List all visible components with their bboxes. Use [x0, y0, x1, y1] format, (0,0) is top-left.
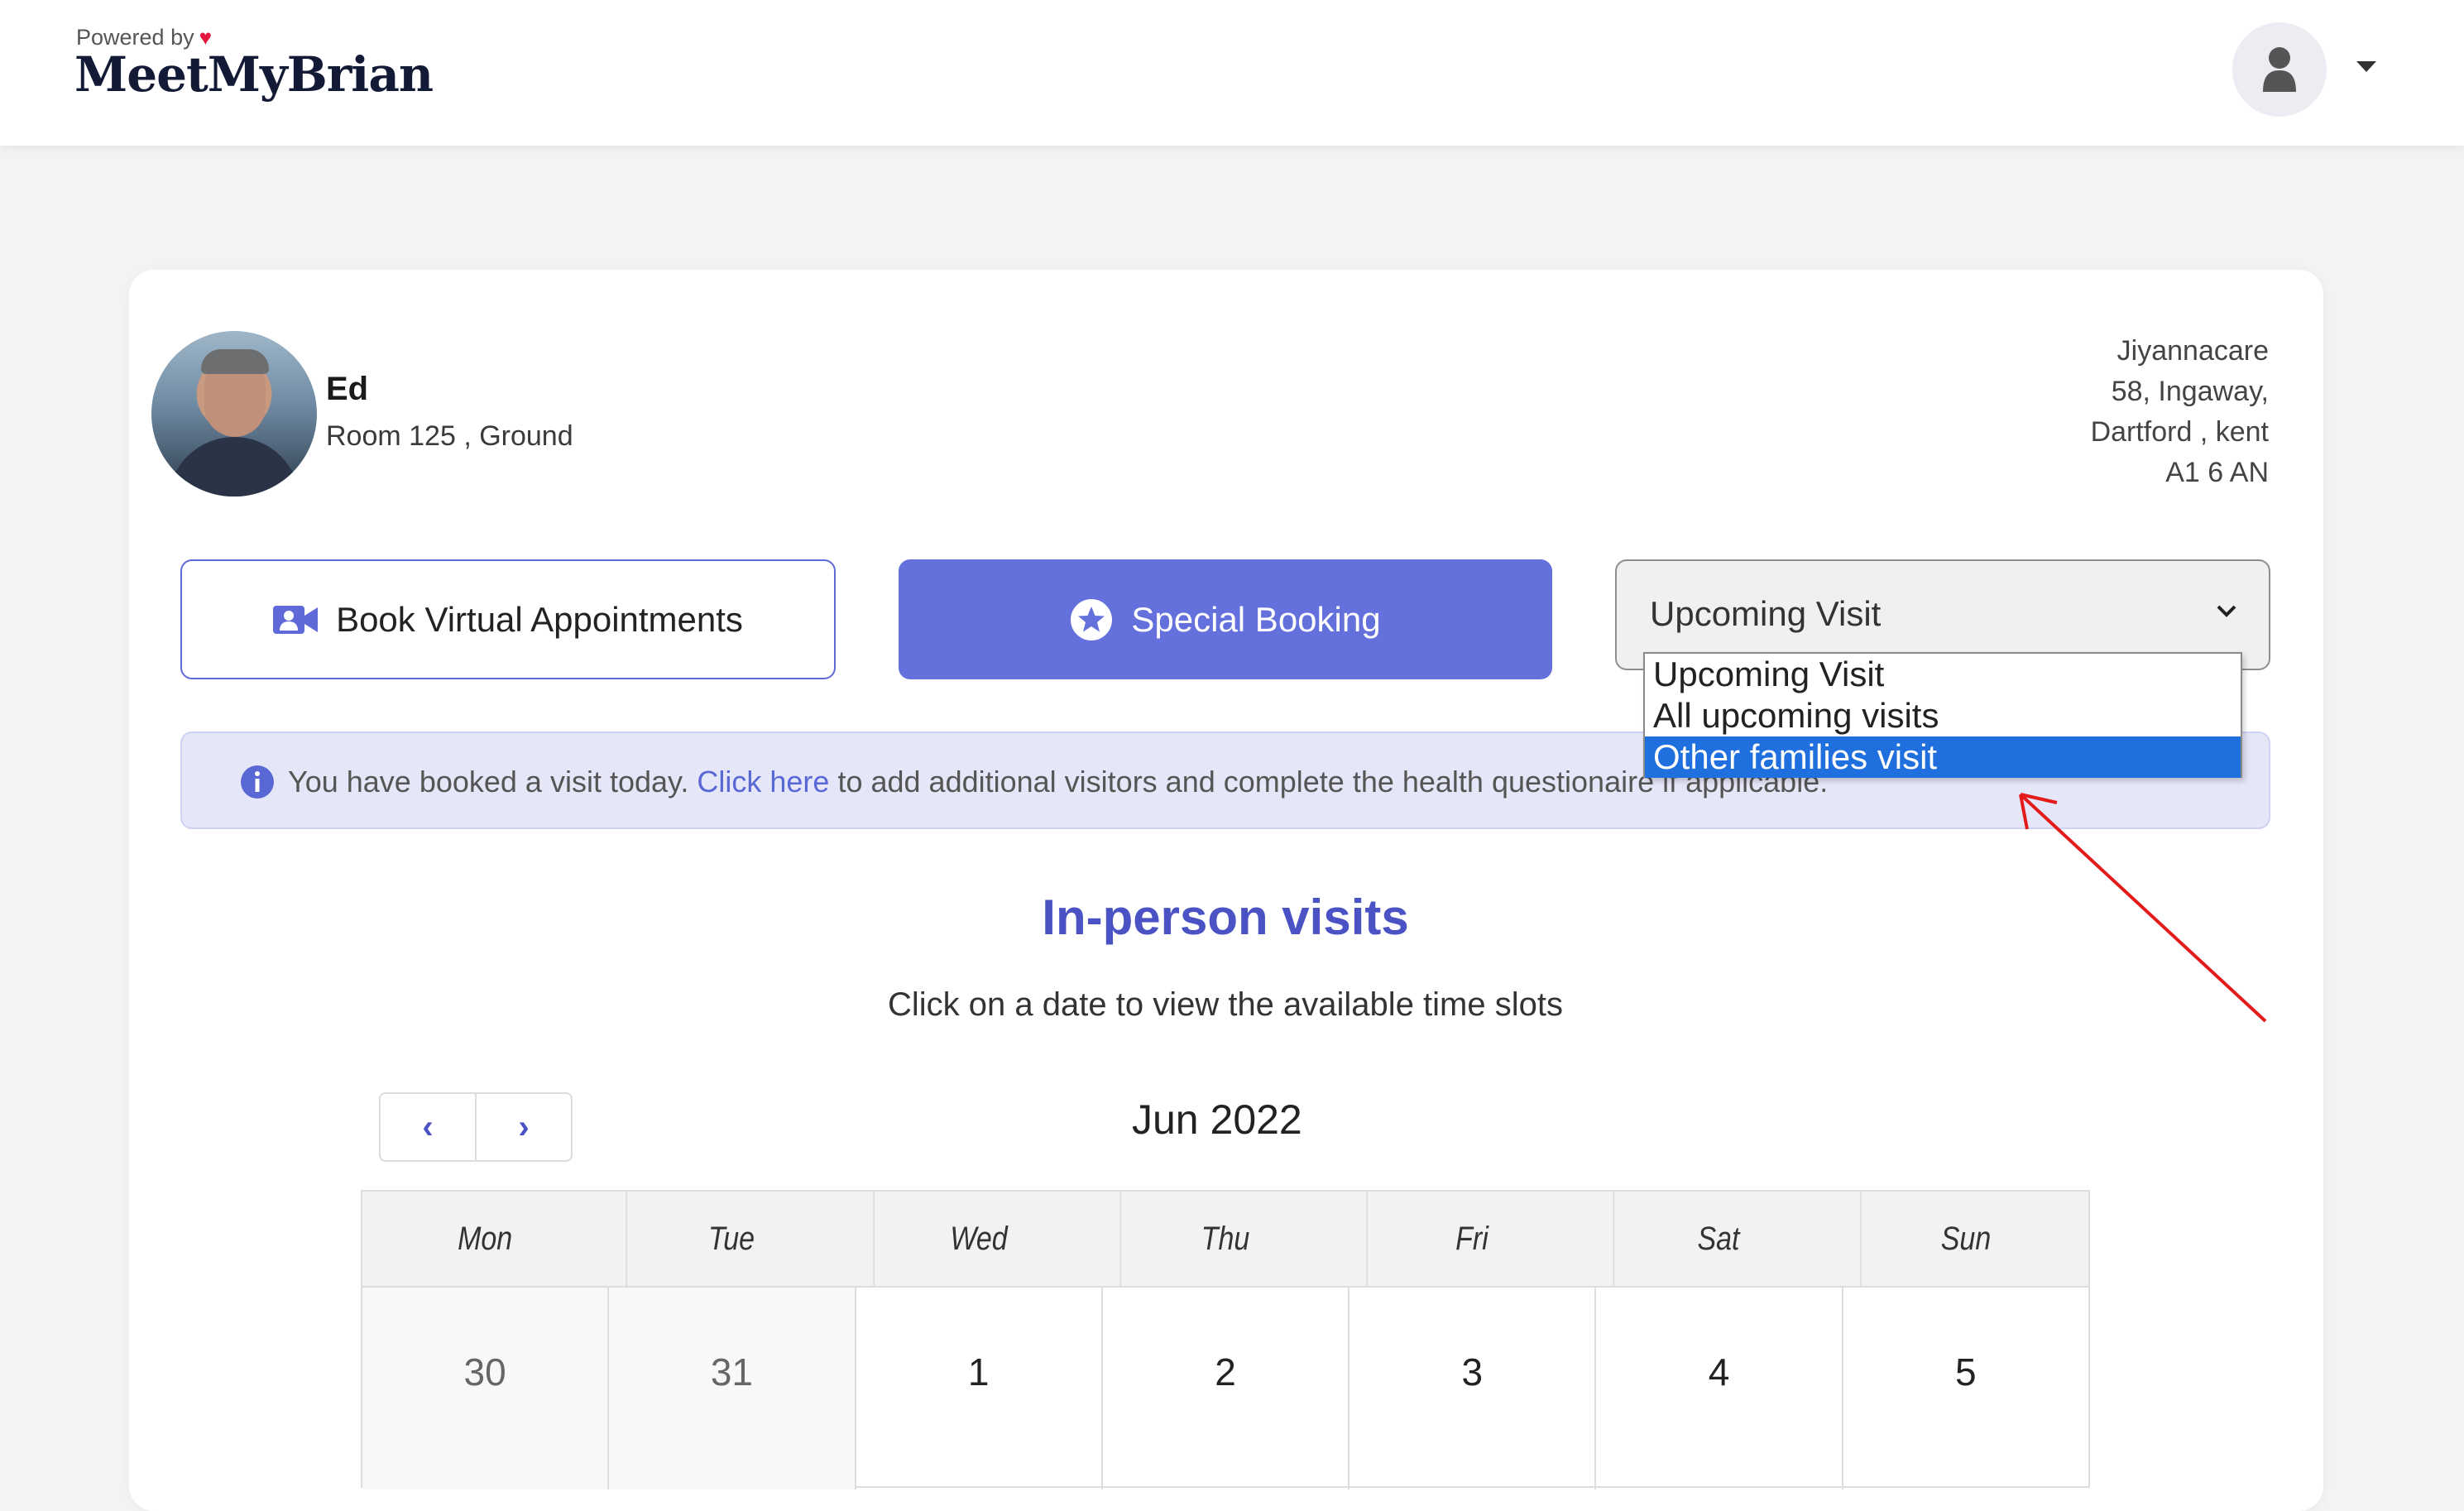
- calendar-header-row: Mon Tue Wed Thu Fri Sat Sun: [362, 1192, 2088, 1288]
- calendar-day: 31: [607, 1288, 855, 1489]
- user-icon: [2263, 47, 2296, 92]
- calendar-next-button[interactable]: ›: [475, 1094, 571, 1160]
- chevron-down-icon: [2216, 604, 2237, 623]
- weekday-header: Wed: [872, 1192, 1083, 1286]
- video-camera-icon: [273, 604, 319, 636]
- weekday-header: Thu: [1119, 1192, 1330, 1286]
- calendar-day[interactable]: 4: [1594, 1288, 1841, 1489]
- weekday-header: Sun: [1860, 1192, 2070, 1286]
- address-line: Dartford , kent: [2090, 416, 2269, 448]
- visit-filter-dropdown: Upcoming Visit All upcoming visits Other…: [1643, 652, 2242, 778]
- weekday-header: Mon: [458, 1220, 513, 1257]
- alert-message: You have booked a visit today. Click her…: [288, 765, 1829, 799]
- resident-photo: [151, 331, 317, 496]
- resident-room: Room 125 , Ground: [326, 420, 573, 452]
- book-virtual-appointments-button[interactable]: Book Virtual Appointments: [180, 559, 836, 679]
- calendar-week-row: 30 31 1 2 3 4 5: [362, 1288, 2088, 1489]
- user-menu-caret-icon[interactable]: [2356, 61, 2376, 72]
- special-booking-label: Special Booking: [1131, 599, 1381, 639]
- special-booking-button[interactable]: Special Booking: [899, 559, 1552, 679]
- address-line: Jiyannacare: [2116, 335, 2269, 367]
- option-upcoming-visit[interactable]: Upcoming Visit: [1645, 654, 2241, 695]
- visit-filter-value: Upcoming Visit: [1650, 594, 1882, 633]
- brand-logo[interactable]: MeetMyBrian: [74, 46, 434, 103]
- click-here-link[interactable]: Click here: [697, 765, 829, 799]
- weekday-header: Sat: [1613, 1192, 1824, 1286]
- calendar-day: 30: [362, 1288, 608, 1489]
- calendar-grid: Mon Tue Wed Thu Fri Sat Sun 30 31 1 2 3 …: [361, 1190, 2090, 1489]
- calendar-prev-button[interactable]: ‹: [381, 1094, 475, 1160]
- calendar-day[interactable]: 3: [1348, 1288, 1594, 1489]
- address-line: A1 6 AN: [2165, 457, 2269, 488]
- user-avatar-button[interactable]: [2232, 22, 2327, 117]
- top-navbar: Powered by ♥ MeetMyBrian: [0, 0, 2464, 146]
- weekday-header: Fri: [1366, 1192, 1576, 1286]
- calendar-nav: ‹ ›: [379, 1092, 573, 1162]
- calendar-day[interactable]: 1: [854, 1288, 1101, 1489]
- calendar-month-title: Jun 2022: [1132, 1096, 1302, 1143]
- option-other-families-visit[interactable]: Other families visit: [1645, 736, 2241, 778]
- weekday-header: Tue: [626, 1192, 837, 1286]
- option-all-upcoming-visits[interactable]: All upcoming visits: [1645, 695, 2241, 736]
- star-circle-icon: [1070, 598, 1113, 641]
- resident-name: Ed: [326, 371, 369, 407]
- calendar-day[interactable]: 5: [1841, 1288, 2088, 1489]
- annotation-arrow-icon: [2019, 793, 2267, 1023]
- address-line: 58, Ingaway,: [2111, 376, 2269, 407]
- care-home-address: Jiyannacare 58, Ingaway, Dartford , kent…: [2091, 331, 2269, 493]
- info-icon: [240, 765, 275, 803]
- calendar-day[interactable]: 2: [1100, 1288, 1348, 1489]
- book-virtual-label: Book Virtual Appointments: [336, 599, 743, 639]
